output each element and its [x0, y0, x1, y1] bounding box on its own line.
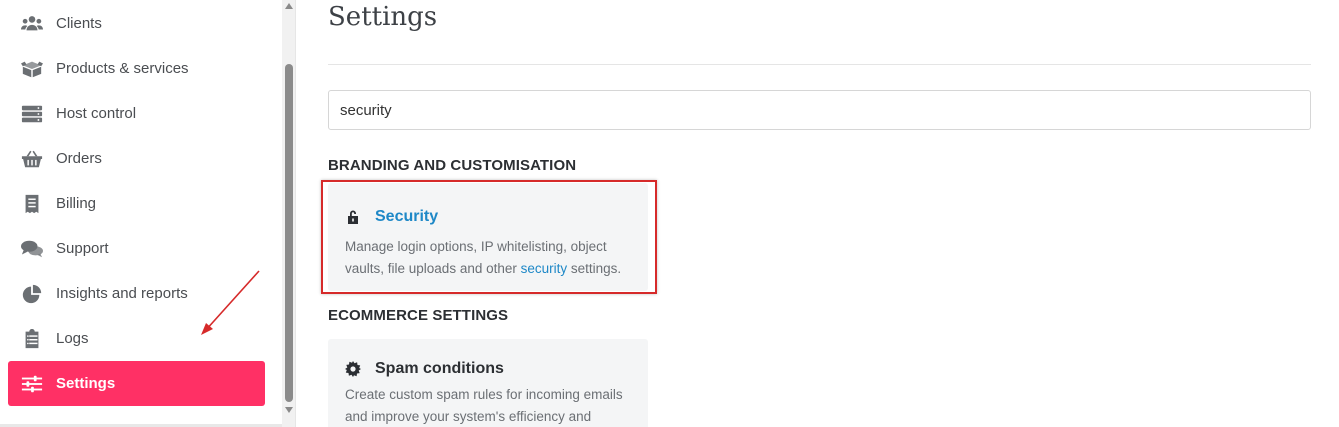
annotation-arrow: [201, 270, 260, 335]
sidebar-item-orders[interactable]: Orders: [8, 136, 265, 181]
sidebar-item-billing[interactable]: Billing: [8, 181, 265, 226]
sidebar-scrollbar[interactable]: [282, 0, 296, 427]
title-divider: [328, 64, 1311, 65]
setting-card-description: Create custom spam rules for incoming em…: [345, 387, 623, 424]
scrollbar-thumb[interactable]: [285, 64, 293, 402]
chat-bubbles-icon: [18, 237, 46, 261]
basket-icon: [18, 147, 46, 171]
clipboard-icon: [18, 327, 46, 351]
sidebar-item-label: Settings: [56, 375, 116, 392]
receipt-icon: [18, 192, 46, 216]
settings-search-input[interactable]: [328, 90, 1311, 130]
sidebar-item-label: Billing: [56, 195, 97, 212]
sidebar-item-label: Host control: [56, 105, 137, 122]
pie-chart-icon: [18, 282, 46, 306]
sidebar-item-settings[interactable]: Settings: [8, 361, 265, 406]
sidebar-item-products-services[interactable]: Products & services: [8, 46, 265, 91]
sidebar-item-label: Products & services: [56, 60, 189, 77]
page-title: Settings: [328, 2, 438, 32]
users-icon: [18, 12, 46, 36]
sidebar-item-label: Support: [56, 240, 109, 257]
sidebar-item-host-control[interactable]: Host control: [8, 91, 265, 136]
section-heading-ecommerce: ECOMMERCE SETTINGS: [328, 307, 509, 324]
scroll-up-icon[interactable]: [285, 3, 293, 9]
box-icon: [18, 57, 46, 81]
sidebar-item-label: Orders: [56, 150, 102, 167]
sidebar-item-label: Logs: [56, 330, 89, 347]
setting-card-title[interactable]: Spam conditions: [375, 360, 504, 378]
gear-icon: [345, 361, 361, 377]
section-heading-branding: BRANDING AND CUSTOMISATION: [328, 157, 577, 174]
sidebar-item-label: Clients: [56, 15, 102, 32]
sliders-icon: [18, 372, 46, 396]
sidebar-item-label: Insights and reports: [56, 285, 188, 302]
highlight-box: [321, 180, 657, 294]
scroll-down-icon[interactable]: [285, 407, 293, 413]
server-icon: [18, 102, 46, 126]
sidebar-item-clients[interactable]: Clients: [8, 1, 265, 46]
sidebar: Clients Products & services Host control…: [0, 0, 282, 427]
setting-card-spam-conditions[interactable]: Spam conditions Create custom spam rules…: [328, 339, 648, 427]
